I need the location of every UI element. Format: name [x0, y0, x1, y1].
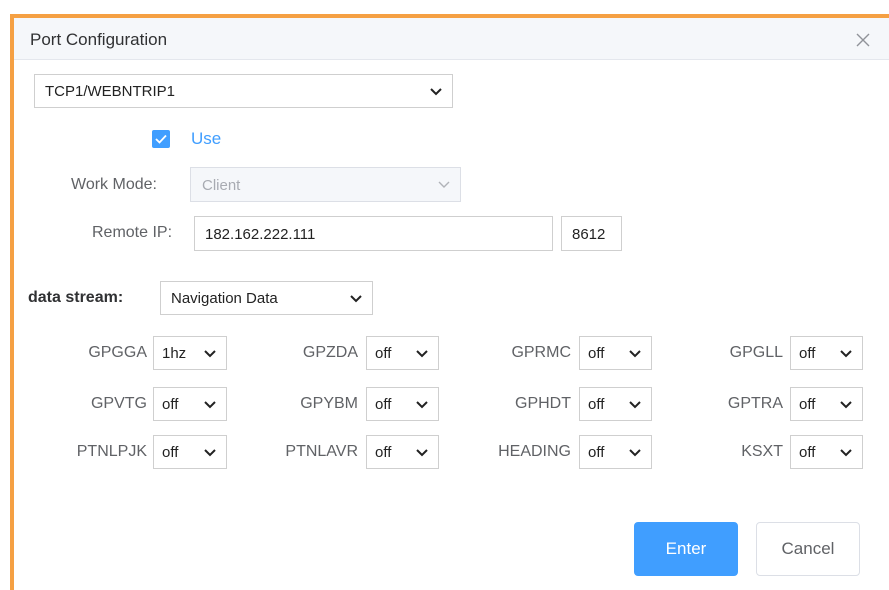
message-rate-select[interactable]: off — [790, 435, 863, 469]
message-label: GPRMC — [511, 344, 571, 361]
close-button[interactable] — [853, 30, 873, 50]
message-rate-value: off — [375, 396, 392, 413]
message-label: GPGGA — [88, 344, 147, 361]
work-mode-value: Client — [202, 177, 241, 194]
message-rate-value: off — [588, 444, 605, 461]
message-label: PTNLAVR — [285, 443, 358, 460]
remote-port-value: 8612 — [572, 226, 606, 243]
data-stream-label: data stream: — [28, 289, 124, 306]
remote-ip-label: Remote IP: — [92, 224, 173, 241]
message-rate-value: off — [588, 345, 605, 362]
chevron-down-icon — [204, 350, 216, 358]
message-rate-select[interactable]: off — [790, 336, 863, 370]
work-mode-select: Client — [190, 167, 461, 202]
port-select-value: TCP1/WEBNTRIP1 — [45, 83, 176, 100]
message-rate-value: off — [375, 444, 392, 461]
message-label: GPVTG — [90, 395, 147, 412]
message-rate-value: off — [588, 396, 605, 413]
message-rate-select[interactable]: off — [153, 435, 227, 469]
message-label: PTNLPJK — [76, 443, 147, 460]
message-rate-value: off — [799, 396, 816, 413]
message-rate-value: off — [799, 345, 816, 362]
message-label: KSXT — [741, 443, 783, 460]
dialog-title: Port Configuration — [30, 30, 168, 49]
message-rate-select[interactable]: off — [366, 387, 439, 421]
dialog-header: Port Configuration — [14, 18, 889, 60]
port-select[interactable]: TCP1/WEBNTRIP1 — [34, 74, 453, 108]
chevron-down-icon — [629, 401, 641, 409]
check-icon — [155, 134, 167, 144]
message-label: GPTRA — [727, 395, 783, 412]
chevron-down-icon — [629, 449, 641, 457]
chevron-down-icon — [430, 88, 442, 96]
message-rate-select[interactable]: off — [366, 435, 439, 469]
chevron-down-icon — [840, 401, 852, 409]
chevron-down-icon — [438, 181, 450, 188]
close-icon — [856, 33, 870, 47]
message-rate-select[interactable]: 1hz — [153, 336, 227, 370]
chevron-down-icon — [840, 350, 852, 358]
work-mode-label: Work Mode: — [71, 176, 157, 193]
message-rate-value: off — [375, 345, 392, 362]
message-label: GPZDA — [302, 344, 358, 361]
dialog-frame-left — [10, 14, 14, 590]
enter-button[interactable]: Enter — [634, 522, 738, 576]
chevron-down-icon — [204, 449, 216, 457]
message-rate-value: 1hz — [162, 345, 187, 362]
message-rate-select[interactable]: off — [790, 387, 863, 421]
chevron-down-icon — [840, 449, 852, 457]
remote-port-input[interactable]: 8612 — [561, 216, 622, 251]
message-label: GPHDT — [515, 395, 571, 412]
data-stream-select[interactable]: Navigation Data — [160, 281, 373, 315]
remote-ip-input[interactable]: 182.162.222.111 — [194, 216, 553, 251]
message-rate-select[interactable]: off — [579, 435, 652, 469]
cancel-button[interactable]: Cancel — [756, 522, 860, 576]
chevron-down-icon — [350, 295, 362, 303]
chevron-down-icon — [416, 449, 428, 457]
chevron-down-icon — [629, 350, 641, 358]
message-rate-select[interactable]: off — [579, 387, 652, 421]
message-rate-select[interactable]: off — [579, 336, 652, 370]
message-label: GPYBM — [300, 395, 358, 412]
data-stream-value: Navigation Data — [171, 290, 278, 307]
use-label[interactable]: Use — [191, 129, 221, 149]
chevron-down-icon — [416, 350, 428, 358]
chevron-down-icon — [204, 401, 216, 409]
message-label: HEADING — [498, 443, 571, 460]
message-rate-select[interactable]: off — [153, 387, 227, 421]
message-rate-value: off — [799, 444, 816, 461]
message-rate-value: off — [162, 444, 179, 461]
message-rate-value: off — [162, 396, 179, 413]
chevron-down-icon — [416, 401, 428, 409]
message-rate-select[interactable]: off — [366, 336, 439, 370]
use-checkbox[interactable] — [152, 130, 170, 148]
remote-ip-value: 182.162.222.111 — [205, 226, 316, 243]
message-label: GPGLL — [729, 344, 783, 361]
